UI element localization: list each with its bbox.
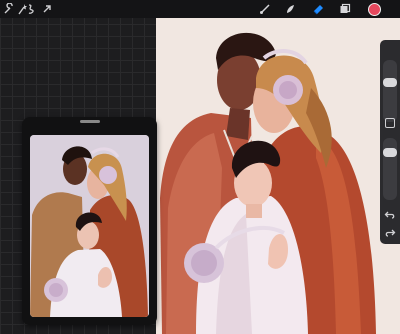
top-toolbar bbox=[0, 0, 400, 18]
brush-size-slider[interactable] bbox=[383, 60, 397, 122]
opacity-slider[interactable] bbox=[383, 138, 397, 200]
undo-icon[interactable] bbox=[383, 208, 397, 222]
drawing-canvas[interactable] bbox=[156, 18, 400, 334]
brush-size-thumb[interactable] bbox=[383, 78, 397, 87]
toolbar-right-group bbox=[250, 0, 400, 18]
transform-arrow-icon[interactable] bbox=[40, 2, 54, 16]
brush-icon[interactable] bbox=[258, 2, 272, 16]
smudge-icon[interactable] bbox=[283, 2, 297, 16]
reference-window[interactable] bbox=[22, 117, 157, 325]
active-color-swatch[interactable] bbox=[368, 3, 381, 16]
eraser-icon[interactable] bbox=[311, 2, 325, 16]
artwork-illustration bbox=[156, 18, 400, 334]
selection-icon[interactable] bbox=[24, 2, 38, 16]
redo-icon[interactable] bbox=[383, 226, 397, 240]
layers-icon[interactable] bbox=[338, 2, 352, 16]
modify-button[interactable] bbox=[385, 118, 395, 128]
reference-photo bbox=[30, 135, 149, 317]
wrench-icon[interactable] bbox=[2, 2, 16, 16]
reference-drag-handle[interactable] bbox=[80, 120, 100, 123]
opacity-thumb[interactable] bbox=[383, 148, 397, 157]
side-toolbar bbox=[380, 40, 400, 244]
